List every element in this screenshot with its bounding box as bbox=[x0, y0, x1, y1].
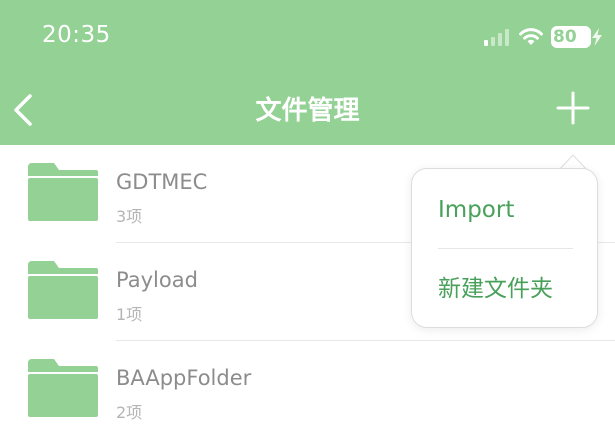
plus-icon[interactable] bbox=[556, 91, 590, 125]
signal-icon bbox=[484, 29, 509, 46]
file-name: Payload bbox=[116, 268, 198, 292]
file-item-baappfolder[interactable]: BAAppFolder 2项 bbox=[0, 341, 615, 439]
menu-item-new-folder[interactable]: 新建文件夹 bbox=[438, 269, 553, 303]
page-title: 文件管理 bbox=[255, 96, 360, 126]
popup-menu: Import 新建文件夹 bbox=[411, 168, 598, 328]
header: 20:35 80 文件管理 bbox=[0, 0, 615, 145]
status-time: 20:35 bbox=[42, 22, 111, 48]
battery-icon: 80 bbox=[551, 26, 591, 48]
file-name: GDTMEC bbox=[116, 170, 208, 194]
battery-level: 80 bbox=[553, 27, 577, 47]
status-bar: 20:35 80 bbox=[0, 0, 615, 75]
menu-item-import[interactable]: Import bbox=[438, 197, 514, 223]
file-count: 1项 bbox=[116, 305, 143, 324]
charging-bolt-icon bbox=[592, 28, 602, 46]
wifi-icon bbox=[519, 28, 543, 45]
file-count: 3项 bbox=[116, 207, 143, 226]
divider bbox=[438, 248, 573, 249]
folder-icon bbox=[28, 163, 98, 221]
file-name: BAAppFolder bbox=[116, 366, 252, 390]
nav-bar: 文件管理 bbox=[0, 75, 615, 145]
file-count: 2项 bbox=[116, 403, 143, 422]
folder-icon bbox=[28, 261, 98, 319]
